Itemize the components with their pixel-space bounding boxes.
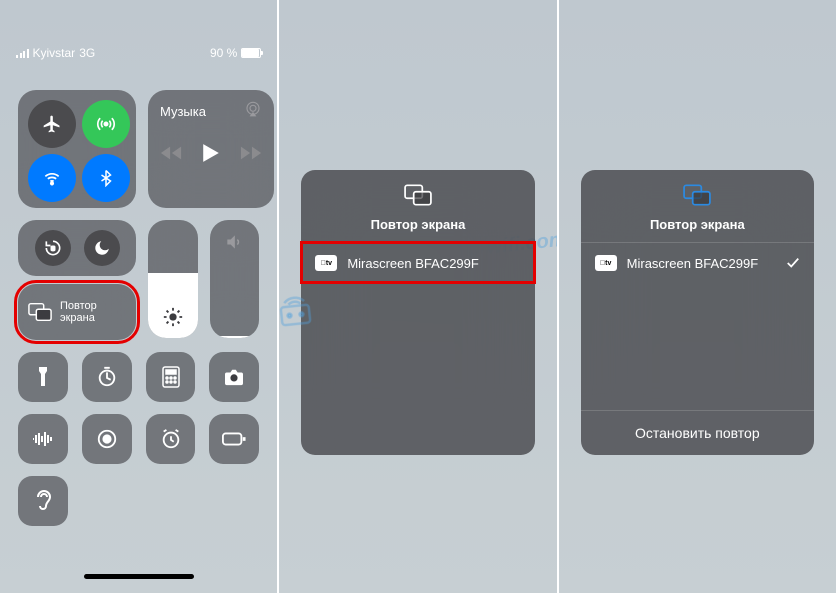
screen-mirror-icon [28, 302, 52, 322]
battery-icon [241, 48, 261, 58]
cellular-toggle[interactable] [82, 100, 130, 148]
screen-mirror-icon [683, 184, 711, 206]
screen-mirror-label: Повтор экрана [60, 300, 97, 324]
screen-mirror-modal-connected: Повтор экрана tv Mirascreen BFAC299F Ос… [581, 170, 814, 455]
device-label: Mirascreen BFAC299F [347, 256, 479, 271]
prev-track-icon[interactable] [160, 144, 182, 162]
screen-record-button[interactable] [82, 414, 132, 464]
waveform-icon [31, 431, 55, 447]
music-controls [160, 143, 262, 163]
airplay-audio-icon [244, 100, 262, 123]
sb-left: Kyivstar 3G [16, 46, 95, 60]
signal-bars-icon [16, 49, 29, 58]
device-mirascreen[interactable]: tv Mirascreen BFAC299F [301, 242, 534, 283]
airplane-toggle[interactable] [28, 100, 76, 148]
low-power-button[interactable] [209, 414, 259, 464]
appletv-badge-icon: tv [595, 255, 617, 271]
home-indicator[interactable] [84, 574, 194, 579]
timer-button[interactable] [82, 352, 132, 402]
calculator-icon [162, 366, 180, 388]
volume-slider[interactable] [210, 220, 260, 338]
status-bar: Kyivstar 3G 90 % [0, 46, 277, 60]
voice-memo-button[interactable] [18, 414, 68, 464]
phone-mirror-list: help-wifi.com Повтор экрана tv Mirascre… [277, 0, 556, 593]
flashlight-button[interactable] [18, 352, 68, 402]
wifi-toggle[interactable] [28, 154, 76, 202]
stop-mirror-button[interactable]: Остановить повтор [581, 410, 814, 455]
bluetooth-toggle[interactable] [82, 154, 130, 202]
battery-pct: 90 % [210, 46, 237, 60]
camera-icon [223, 368, 245, 386]
camera-button[interactable] [209, 352, 259, 402]
brightness-slider[interactable] [148, 220, 198, 338]
modal-title: Повтор экрана [301, 217, 534, 232]
modal-title: Повтор экрана [581, 217, 814, 232]
device-mirascreen-connected[interactable]: tv Mirascreen BFAC299F [581, 242, 814, 283]
sb-right: 90 % [210, 46, 261, 60]
device-label: Mirascreen BFAC299F [627, 256, 759, 271]
antenna-icon [96, 114, 116, 134]
wifi-icon [42, 168, 62, 188]
lock-dnd-tile [18, 220, 136, 276]
calculator-button[interactable] [146, 352, 196, 402]
carrier-label: Kyivstar [33, 46, 76, 60]
hearing-button[interactable] [18, 476, 68, 526]
speaker-icon [224, 232, 244, 257]
appletv-badge-icon: tv [315, 255, 337, 271]
alarm-icon [160, 428, 182, 450]
airplane-icon [42, 114, 62, 134]
ear-icon [34, 489, 52, 513]
timer-icon [96, 366, 118, 388]
checkmark-icon [786, 256, 800, 270]
network-label: 3G [79, 46, 95, 60]
play-icon[interactable] [202, 143, 220, 163]
flashlight-icon [34, 366, 52, 388]
music-tile[interactable]: Музыка [148, 90, 274, 208]
sun-icon [162, 306, 184, 328]
control-center: Музыка [18, 90, 259, 538]
screen-mirror-modal: Повтор экрана tv Mirascreen BFAC299F [301, 170, 534, 455]
screen-mirror-icon [404, 184, 432, 206]
alarm-button[interactable] [146, 414, 196, 464]
battery-icon [222, 432, 246, 446]
phone-control-center: Kyivstar 3G 90 % [0, 0, 277, 593]
moon-icon [93, 239, 111, 257]
screen-mirror-tile[interactable]: Повтор экрана [18, 284, 136, 340]
bluetooth-icon [97, 169, 115, 187]
rotation-lock-toggle[interactable] [35, 230, 71, 266]
rotation-lock-icon [43, 238, 63, 258]
next-track-icon[interactable] [240, 144, 262, 162]
dnd-toggle[interactable] [84, 230, 120, 266]
phone-mirror-connected: Повтор экрана tv Mirascreen BFAC299F Ос… [557, 0, 836, 593]
connectivity-tile[interactable] [18, 90, 136, 208]
record-icon [96, 428, 118, 450]
